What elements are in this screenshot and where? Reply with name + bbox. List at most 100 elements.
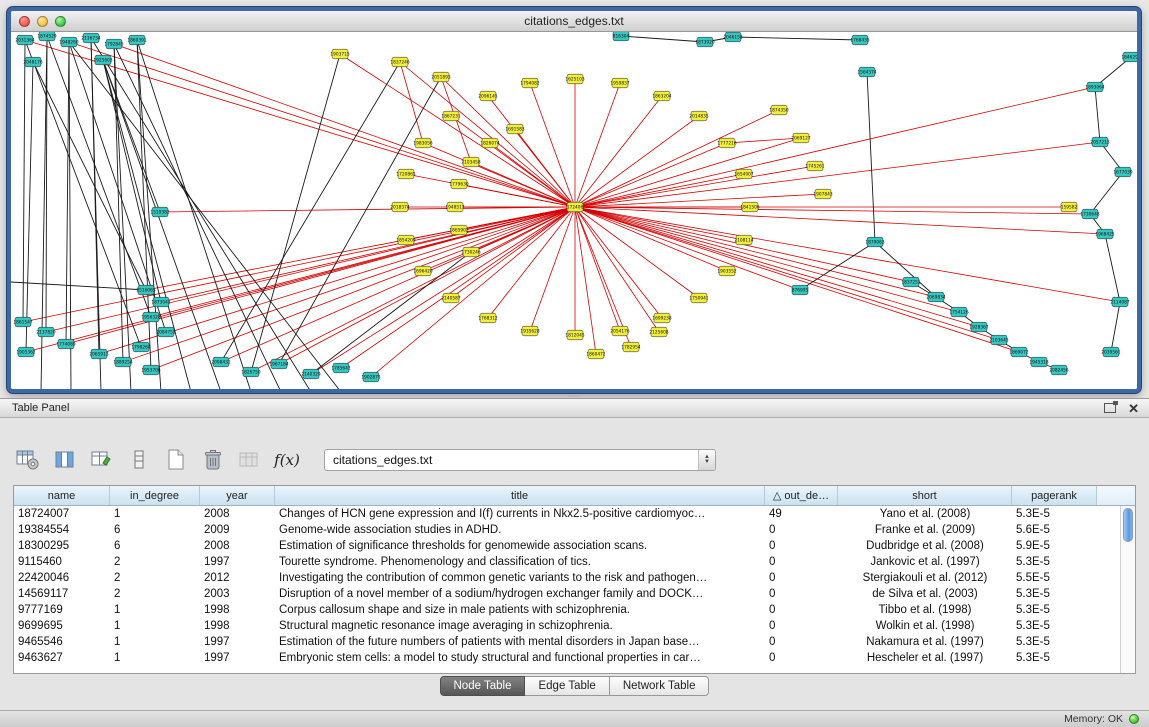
delete-icon[interactable]	[199, 446, 227, 474]
graph-node[interactable]: 2140329	[301, 369, 320, 379]
graph-node[interactable]: 1696420	[413, 266, 432, 276]
show-columns-icon[interactable]	[51, 446, 79, 474]
graph-node[interactable]: 2098431	[211, 357, 230, 367]
graph-node[interactable]: 1730648	[1080, 209, 1099, 219]
graph-node[interactable]: 1860391	[127, 35, 146, 45]
graph-node[interactable]: 2140587	[441, 293, 460, 303]
graph-node[interactable]: 1519382	[150, 207, 169, 217]
graph-node[interactable]: 1837251	[901, 277, 920, 287]
graph-node[interactable]: 1967184	[269, 359, 288, 369]
graph-node[interactable]: 2516065	[136, 285, 155, 295]
scrollbar-thumb[interactable]	[1123, 508, 1133, 542]
graph-node[interactable]: 2114087	[1110, 297, 1129, 307]
float-panel-icon[interactable]	[1104, 403, 1116, 413]
graph-node[interactable]: 2057213	[1090, 137, 1109, 147]
graph-node[interactable]: 2103458	[461, 157, 480, 167]
graph-node[interactable]: 1959837	[610, 78, 629, 88]
table-row[interactable]: 1830029562008Estimation of significance …	[14, 538, 1120, 554]
graph-node[interactable]: 1774089	[56, 339, 75, 349]
graph-node[interactable]: 1869072	[1009, 347, 1028, 357]
graph-node[interactable]: 1905362	[16, 347, 35, 357]
column-header-short[interactable]: short	[838, 486, 1012, 505]
table-row[interactable]: 1872400712008Changes of HCN gene express…	[14, 506, 1120, 522]
graph-node[interactable]: 1860472	[586, 349, 605, 359]
graph-node[interactable]: 2137820	[36, 327, 55, 337]
graph-node[interactable]: 1945318	[1029, 357, 1048, 367]
graph-node[interactable]: 1777216	[717, 138, 736, 148]
tab-edge-table[interactable]: Edge Table	[525, 676, 609, 696]
graph-node[interactable]: 1968425	[1095, 229, 1114, 239]
graph-node[interactable]: 2125608	[649, 327, 668, 337]
graph-node[interactable]: 1779630	[449, 179, 468, 189]
graph-node[interactable]: 1983056	[413, 138, 432, 148]
graph-node[interactable]: 159582	[1061, 202, 1078, 212]
graph-node[interactable]: 1873042	[151, 297, 170, 307]
graph-node[interactable]: 1865902	[449, 225, 468, 235]
graph-node[interactable]: 1928367	[969, 322, 988, 332]
column-header-out_de[interactable]: △ out_de…	[765, 486, 838, 505]
graph-node[interactable]: 1879063	[865, 237, 884, 247]
graph-node[interactable]: 1720865	[396, 169, 415, 179]
graph-node[interactable]: 1837246	[390, 57, 409, 67]
graph-node[interactable]: 2096145	[478, 91, 497, 101]
graph-node[interactable]: 1841506	[740, 202, 759, 212]
table-row[interactable]: 969969511998Structural magnetic resonanc…	[14, 618, 1120, 634]
tab-network-table[interactable]: Network Table	[610, 676, 710, 696]
graph-node[interactable]: 1785642	[331, 363, 350, 373]
graph-node[interactable]: 1861547	[13, 317, 32, 327]
graph-node[interactable]: 2046158	[723, 32, 742, 42]
graph-node[interactable]: 1794082	[520, 78, 539, 88]
close-panel-icon[interactable]: ✕	[1128, 402, 1139, 415]
graph-node[interactable]: 1925603	[93, 55, 112, 65]
graph-node[interactable]: 816304	[613, 32, 630, 41]
graph-node[interactable]: 2116734	[81, 33, 100, 43]
graph-node[interactable]: 1677039	[1113, 167, 1132, 177]
graph-node[interactable]: 1812045	[565, 330, 584, 340]
table-selector-combo[interactable]: citations_edges.txt ▲▼	[324, 449, 716, 471]
graph-node[interactable]: 1798264	[131, 342, 150, 352]
table-row[interactable]: 946362711997Embryonic stem cells: a mode…	[14, 650, 1120, 666]
graph-node[interactable]: 1948517	[445, 202, 464, 212]
graph-node[interactable]: 2014835	[689, 111, 708, 121]
graph-node[interactable]: 876995	[792, 285, 809, 295]
graph-node[interactable]: 1889254	[113, 357, 132, 367]
graph-node[interactable]: 2103645	[989, 335, 1008, 345]
table-scrollbar[interactable]	[1120, 506, 1135, 673]
graph-node[interactable]: 1768312	[478, 313, 497, 323]
graph-node[interactable]: 1948260	[59, 37, 78, 47]
graph-node[interactable]: 2048176	[23, 57, 42, 67]
network-titlebar[interactable]: citations_edges.txt	[11, 11, 1137, 32]
graph-node[interactable]: 1782954	[621, 342, 640, 352]
graph-node[interactable]: 2031364	[15, 35, 34, 45]
function-builder-icon[interactable]: f(x)	[273, 446, 301, 474]
graph-node[interactable]: 1854209	[396, 235, 415, 245]
table-row[interactable]: 2242004622012Investigating the contribut…	[14, 570, 1120, 586]
graph-node[interactable]: 1874350	[769, 105, 788, 115]
new-column-icon[interactable]	[88, 446, 116, 474]
graph-node[interactable]: 1953706	[141, 365, 160, 375]
table-row[interactable]: 1456911722003Disruption of a novel membe…	[14, 586, 1120, 602]
graph-node[interactable]: 1792845	[104, 39, 123, 49]
table-row[interactable]: 1938455462009Genome-wide association stu…	[14, 522, 1120, 538]
graph-node[interactable]: 1867231	[441, 111, 460, 121]
graph-node[interactable]: 1935628	[520, 326, 539, 336]
graph-node[interactable]: 1754126	[949, 307, 968, 317]
column-header-year[interactable]: year	[200, 486, 275, 505]
graph-node[interactable]: 1903552	[717, 266, 736, 276]
panel-splitter-handle[interactable]	[568, 394, 580, 397]
graph-node[interactable]: 1826074	[480, 138, 499, 148]
graph-node[interactable]: 2051893	[431, 72, 450, 82]
graph-node[interactable]: 1654907	[734, 169, 753, 179]
tab-node-table[interactable]: Node Table	[440, 676, 526, 696]
graph-node[interactable]: 172406	[567, 202, 584, 212]
graph-node[interactable]: 1874529	[37, 32, 56, 41]
graph-node[interactable]: 1907843	[813, 189, 832, 199]
graph-node[interactable]: 2065913	[89, 349, 108, 359]
graph-node[interactable]: 1625103	[565, 74, 584, 84]
graph-node[interactable]: 1745261	[805, 161, 824, 171]
network-svg[interactable]: 1724061625103195983718632042014835177721…	[11, 32, 1137, 389]
graph-node[interactable]: 1873920	[695, 37, 714, 47]
graph-node[interactable]: 1846293	[1121, 52, 1137, 62]
graph-node[interactable]: 2108114	[734, 235, 753, 245]
graph-node[interactable]: 2069127	[791, 133, 810, 143]
